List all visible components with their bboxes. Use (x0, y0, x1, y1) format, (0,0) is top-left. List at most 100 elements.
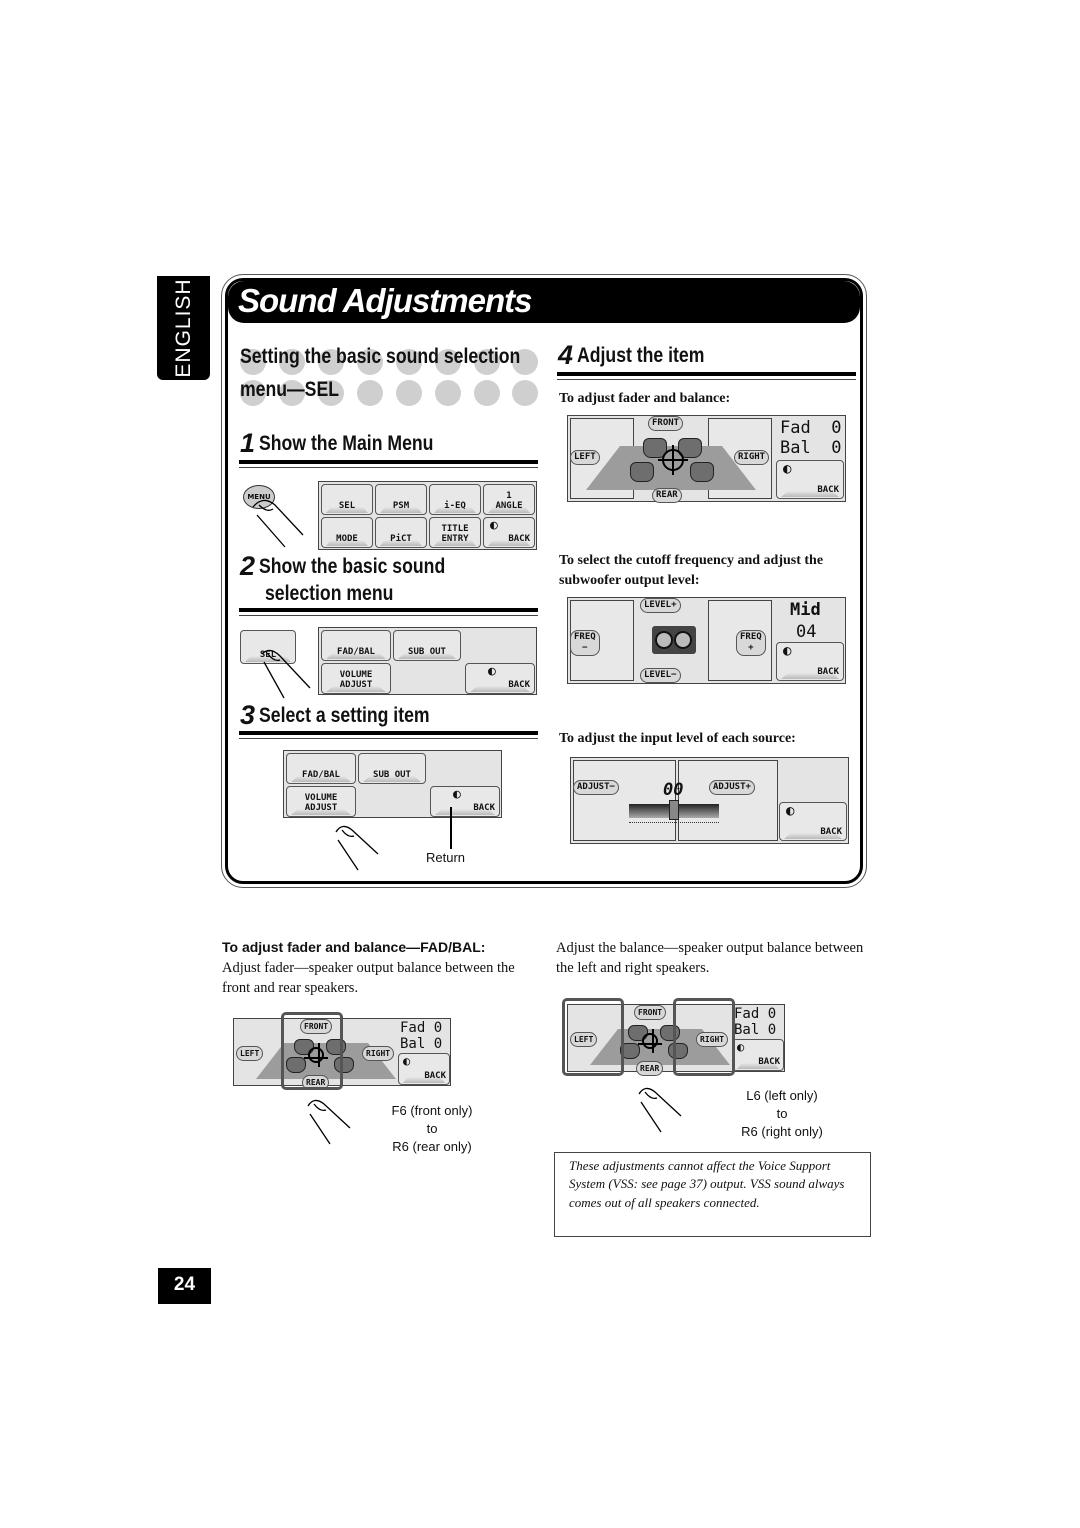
step-number: 4 (558, 340, 574, 370)
left-button[interactable]: LEFT (236, 1046, 264, 1061)
step-number: 3 (240, 700, 256, 730)
fadbal-heading: To adjust fader and balance—FAD/BAL: (222, 939, 486, 955)
title-bar: Sound Adjustments (228, 281, 860, 323)
divider (239, 731, 538, 735)
main-menu-screen: SEL PSM i-EQ 1 ANGLE MODE PiCT TITLE ENT… (318, 481, 537, 550)
page-number: 24 (158, 1268, 211, 1304)
step-label: Select a setting item (259, 704, 430, 727)
freq-minus-button[interactable]: FREQ − (570, 630, 600, 656)
note-text: These adjustments cannot affect the Voic… (569, 1158, 845, 1210)
balance-range-start: L6 (left only) (746, 1088, 818, 1103)
back-icon: ◐ (488, 664, 496, 679)
step-label: Adjust the item (577, 344, 705, 367)
fader-caption: To adjust fader and balance: (559, 391, 731, 406)
volume-adjust-screen: ADJUST− ADJUST+ 00 ◐ BACK (570, 757, 849, 844)
sel-button[interactable]: SEL (321, 484, 373, 515)
subwoofer-caption: To select the cutoff frequency and adjus… (559, 553, 824, 588)
right-button[interactable]: RIGHT (734, 450, 770, 465)
back-button[interactable]: ◐ BACK (483, 517, 535, 548)
balance-range-to: to (776, 1106, 788, 1121)
volume-adjust-button[interactable]: VOLUME ADJUST (321, 663, 391, 694)
crosshair-icon (658, 445, 688, 475)
back-button[interactable]: ◐ BACK (776, 460, 844, 499)
finger-pointer-icon (335, 825, 379, 871)
i-eq-button[interactable]: i-EQ (429, 484, 481, 515)
fad-bal-button[interactable]: FAD/BAL (286, 753, 356, 784)
adjust-plus-zone (678, 760, 778, 841)
rear-button[interactable]: REAR (652, 488, 682, 503)
level-slider-thumb[interactable] (669, 800, 679, 820)
sub-out-button[interactable]: SUB OUT (358, 753, 426, 784)
step-label-continued: selection menu (265, 582, 394, 605)
adjust-minus-zone (573, 760, 676, 841)
level-plus-button[interactable]: LEVEL+ (640, 598, 681, 613)
title-entry-button[interactable]: TITLE ENTRY (429, 517, 481, 548)
sub-out-button[interactable]: SUB OUT (393, 630, 461, 661)
fader-range-start: F6 (front only) (391, 1103, 473, 1118)
step-2-heading: 2 Show the basic sound (240, 551, 481, 582)
volume-adjust-button[interactable]: VOLUME ADJUST (286, 786, 356, 817)
back-icon: ◐ (783, 643, 792, 659)
back-icon: ◐ (783, 461, 792, 477)
right-button[interactable]: RIGHT (362, 1046, 395, 1061)
rear-button[interactable]: REAR (636, 1061, 664, 1076)
step-4-heading: 4 Adjust the item (558, 340, 729, 371)
divider (239, 738, 538, 739)
left-button[interactable]: LEFT (570, 450, 600, 465)
slider-ticks (629, 822, 719, 827)
bal-readout: Bal 0 (734, 1022, 777, 1038)
back-button[interactable]: ◐ BACK (776, 642, 844, 681)
angle-button[interactable]: 1 ANGLE (483, 484, 535, 515)
level-minus-button[interactable]: LEVEL− (640, 668, 681, 683)
divider (239, 615, 538, 616)
subwoofer-screen: LEVEL+ LEVEL− FREQ − FREQ + Mid 04 ◐ BACK (567, 597, 846, 684)
fader-description: Adjust fader—speaker output balance betw… (222, 960, 515, 996)
adjust-minus-button[interactable]: ADJUST− (573, 780, 619, 795)
section-heading-line2: menu—SEL (240, 378, 340, 401)
pict-button[interactable]: PiCT (375, 517, 427, 548)
front-button[interactable]: FRONT (648, 416, 684, 431)
step-number: 2 (240, 551, 256, 581)
adjust-plus-button[interactable]: ADJUST+ (709, 780, 755, 795)
input-level-readout: 00 (663, 780, 684, 800)
balance-description: Adjust the balance—speaker output balanc… (556, 940, 864, 976)
back-button[interactable]: ◐ BACK (732, 1039, 784, 1071)
back-button[interactable]: ◐ BACK (398, 1053, 450, 1085)
psm-button[interactable]: PSM (375, 484, 427, 515)
mode-button[interactable]: MODE (321, 517, 373, 548)
step-number: 1 (240, 428, 256, 458)
return-label: Return (426, 850, 466, 865)
back-icon: ◐ (453, 787, 461, 802)
back-button[interactable]: ◐ BACK (779, 802, 847, 841)
fad-readout: Fad 0 (734, 1006, 777, 1022)
fad-readout: Fad 0 (400, 1020, 443, 1036)
back-button[interactable]: ◐ BACK (430, 786, 500, 817)
divider (557, 379, 856, 380)
front-button[interactable]: FRONT (634, 1005, 667, 1020)
back-icon: ◐ (490, 518, 498, 533)
sel-menu-screen: FAD/BAL SUB OUT VOLUME ADJUST ◐ BACK (318, 627, 537, 695)
level-readout: 04 (796, 622, 817, 642)
back-button[interactable]: ◐ BACK (465, 663, 535, 694)
bal-readout: Bal 0 (780, 438, 842, 458)
balance-range: L6 (left only) to R6 (right only) (734, 1087, 830, 1141)
step-label: Show the Main Menu (259, 432, 434, 455)
step-3-heading: 3 Select a setting item (240, 700, 462, 731)
back-icon: ◐ (403, 1054, 411, 1068)
fad-readout: Fad 0 (780, 418, 842, 438)
section-heading-line1: Setting the basic sound selection (240, 345, 521, 368)
back-icon: ◐ (737, 1040, 745, 1054)
freq-plus-button[interactable]: FREQ + (736, 630, 766, 656)
finger-pointer-icon (307, 1099, 351, 1145)
subwoofer-icon (652, 626, 696, 654)
return-leader-line (450, 807, 452, 849)
fader-range-end: R6 (rear only) (392, 1139, 472, 1154)
volume-caption: To adjust the input level of each source… (559, 731, 796, 746)
setting-item-screen: FAD/BAL SUB OUT VOLUME ADJUST ◐ BACK (283, 750, 502, 818)
left-highlight (562, 998, 624, 1076)
balance-range-end: R6 (right only) (741, 1124, 823, 1139)
back-icon: ◐ (786, 803, 795, 819)
fader-range: F6 (front only) to R6 (rear only) (386, 1102, 478, 1156)
fad-bal-button[interactable]: FAD/BAL (321, 630, 391, 661)
bal-readout: Bal 0 (400, 1036, 443, 1052)
